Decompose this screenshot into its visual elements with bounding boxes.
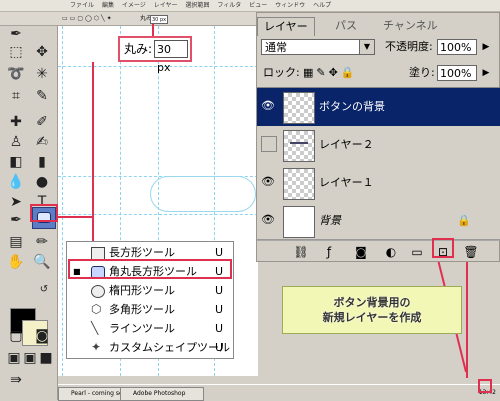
visibility-eye-icon[interactable]: 👁 xyxy=(259,173,277,191)
annotation-note: ボタン背景用の 新規レイヤーを作成 xyxy=(282,286,462,334)
lock-transparency-icon[interactable]: ▦ xyxy=(303,66,316,79)
layers-footer: ⛓ ƒ ◙ ◐ ▭ ⊡ 🗑 xyxy=(257,239,500,263)
opacity-label: 不透明度: xyxy=(385,40,433,53)
custom-shape-tool-icon: ✦ xyxy=(91,340,102,354)
layer-thumbnail xyxy=(283,168,315,200)
flyout-selection-highlight xyxy=(68,259,232,279)
lock-position-icon[interactable]: ✥ xyxy=(329,66,341,79)
layer-row[interactable]: 👁 背景 🔒 xyxy=(257,202,500,241)
new-group-icon[interactable]: ▭ xyxy=(409,244,425,260)
visibility-eye-icon[interactable]: 👁 xyxy=(259,97,277,115)
lock-label: ロック: xyxy=(263,66,300,79)
link-layers-icon[interactable]: ⛓ xyxy=(293,244,309,260)
adjustment-layer-icon[interactable]: ◐ xyxy=(383,244,399,260)
layer-name: 背景 xyxy=(319,214,341,227)
layer-row[interactable]: レイヤー２ xyxy=(257,126,500,165)
layer-thumbnail xyxy=(283,130,315,162)
lock-all-icon[interactable]: 🔒 xyxy=(341,66,358,79)
layer-name: レイヤー１ xyxy=(319,176,374,189)
taskbar: Pearl - coming soon - Adobe Photoshop 13… xyxy=(58,379,500,401)
layer-style-icon[interactable]: ƒ xyxy=(321,244,337,260)
fill-slider-arrow-icon[interactable]: ▶ xyxy=(479,65,493,81)
flyout-item-ellipse[interactable]: 楕円形ツール U xyxy=(67,281,235,300)
line-tool-icon: ╲ xyxy=(91,321,99,335)
polygon-tool-icon: ⬡ xyxy=(91,302,102,316)
layer-row[interactable]: 👁 レイヤー１ xyxy=(257,164,500,203)
fill-input[interactable]: 100% xyxy=(437,65,477,81)
delete-layer-icon[interactable]: 🗑 xyxy=(463,244,479,260)
visibility-eye-icon[interactable]: 👁 xyxy=(259,211,277,229)
note-line-2: 新規レイヤーを作成 xyxy=(322,311,422,324)
tab-layers[interactable]: レイヤー xyxy=(257,17,315,36)
new-layer-button-highlight[interactable] xyxy=(432,238,454,258)
note-line-1: ボタン背景用の xyxy=(333,296,411,309)
layer-thumbnail xyxy=(283,206,315,238)
flyout-item-line[interactable]: ╲ ラインツール U xyxy=(67,319,235,338)
layers-panel: レイヤー パス チャンネル 通常 ▼ 不透明度: 100% ▶ ロック: ▦✎✥… xyxy=(256,12,500,262)
task-button-active[interactable]: Adobe Photoshop xyxy=(120,387,204,401)
lock-image-icon[interactable]: ✎ xyxy=(316,66,328,79)
layer-name: レイヤー２ xyxy=(319,138,374,151)
lock-icon: 🔒 xyxy=(457,214,471,227)
flyout-item-custom-shape[interactable]: ✦ カスタムシェイプツール U xyxy=(67,338,235,357)
blend-mode-value: 通常 xyxy=(265,41,287,54)
fill-label: 塗り: xyxy=(409,66,435,79)
layer-thumbnail xyxy=(283,92,315,124)
visibility-toggle[interactable] xyxy=(261,136,277,152)
lock-options[interactable]: ▦✎✥🔒 xyxy=(303,65,358,81)
opacity-slider-arrow-icon[interactable]: ▶ xyxy=(479,39,493,55)
layer-content-preview xyxy=(290,142,308,149)
layer-name: ボタンの背景 xyxy=(319,100,385,113)
tab-paths[interactable]: パス xyxy=(329,17,363,35)
add-mask-icon[interactable]: ◙ xyxy=(353,244,369,260)
opacity-input[interactable]: 100% xyxy=(437,39,477,55)
chevron-down-icon: ▼ xyxy=(359,40,374,54)
layers-list: 👁 ボタンの背景 レイヤー２ 👁 レイヤー１ 👁 背景 🔒 xyxy=(257,87,500,241)
ellipse-tool-icon xyxy=(91,285,105,298)
layer-row[interactable]: 👁 ボタンの背景 xyxy=(257,88,500,127)
tray-highlight xyxy=(478,379,492,393)
blend-mode-select[interactable]: 通常 ▼ xyxy=(261,39,375,55)
flyout-item-polygon[interactable]: ⬡ 多角形ツール U xyxy=(67,300,235,319)
tab-channels[interactable]: チャンネル xyxy=(377,17,444,35)
